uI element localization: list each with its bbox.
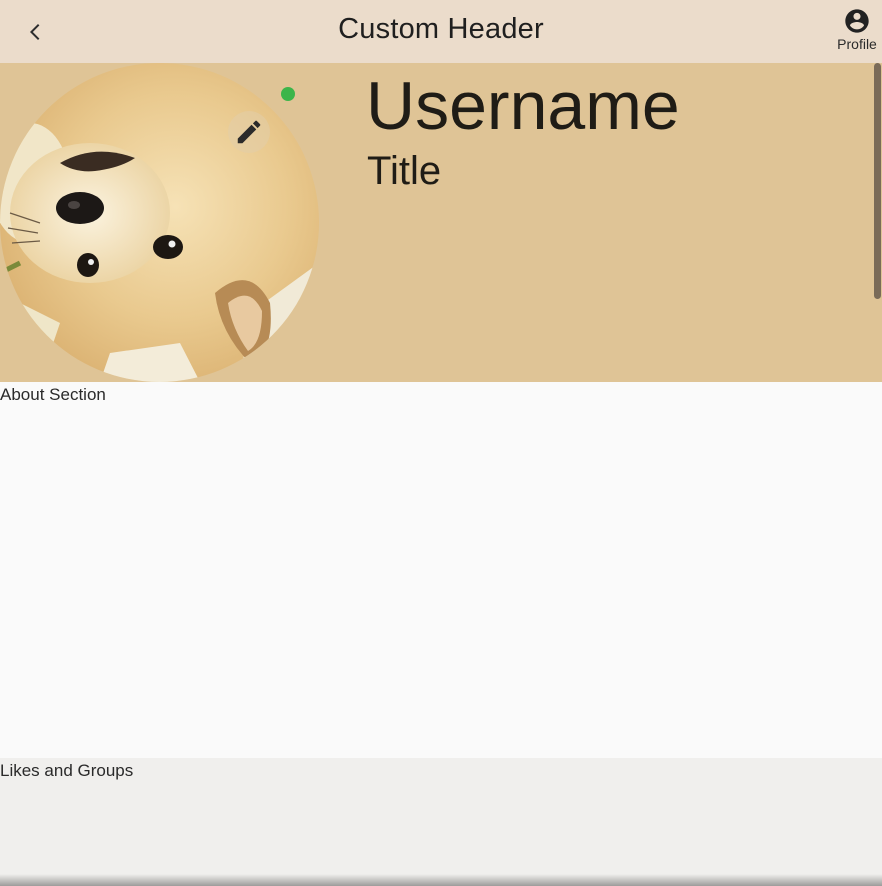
profile-button[interactable]: Profile xyxy=(834,7,880,57)
profile-label: Profile xyxy=(837,36,877,52)
header-title: Custom Header xyxy=(338,13,544,45)
avatar[interactable] xyxy=(0,63,319,382)
about-section-label: About Section xyxy=(0,385,106,404)
edit-avatar-button[interactable] xyxy=(228,111,270,153)
bottom-shadow xyxy=(0,874,882,886)
online-status-dot xyxy=(281,87,295,101)
account-circle-icon xyxy=(845,9,869,33)
app-header: Custom Header Profile xyxy=(0,0,882,63)
shiba-doge-photo xyxy=(0,63,319,382)
scrollbar-thumb[interactable] xyxy=(874,63,881,299)
pencil-icon xyxy=(237,120,261,144)
username: Username xyxy=(366,68,680,144)
profile-banner: Username Title xyxy=(0,63,882,382)
about-section: About Section xyxy=(0,382,882,758)
likes-groups-label: Likes and Groups xyxy=(0,761,134,780)
user-title: Title xyxy=(367,149,442,193)
avatar-container xyxy=(0,63,319,382)
likes-groups-section: Likes and Groups xyxy=(0,758,882,886)
profile-page: Custom Header Profile Username Title Abo… xyxy=(0,0,882,886)
